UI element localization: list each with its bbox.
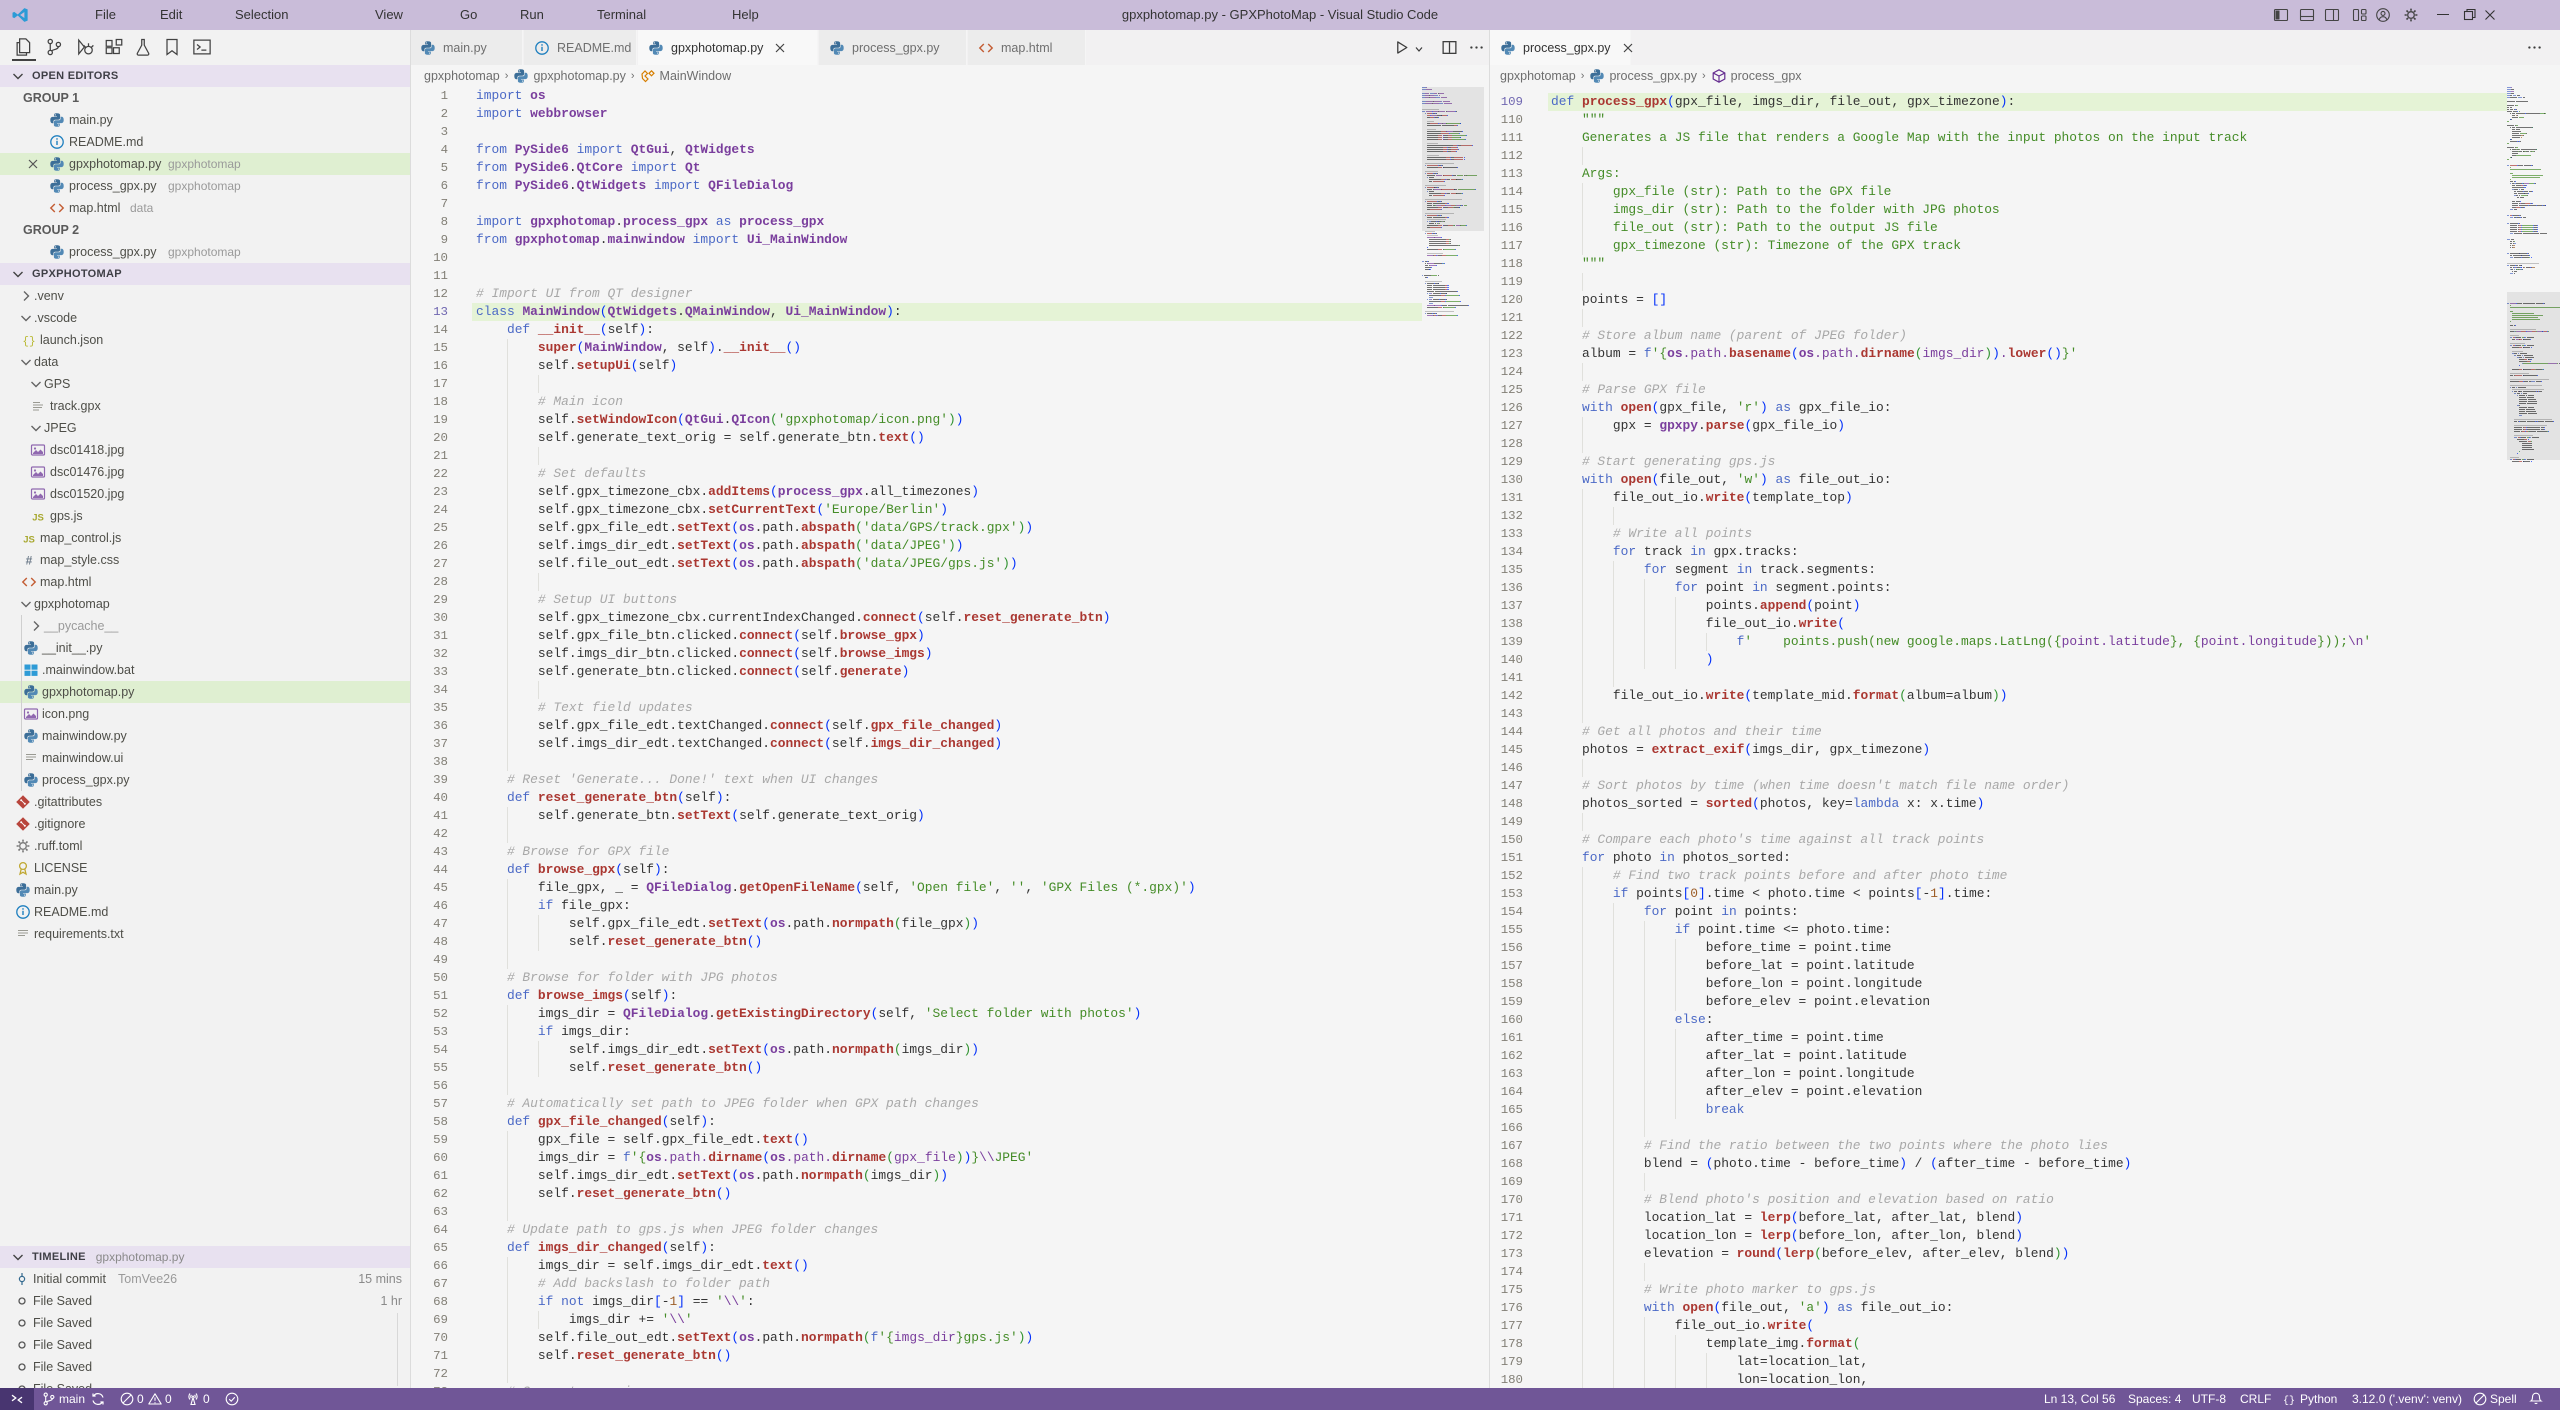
svg-text:JS: JS	[23, 535, 35, 546]
svg-text:#: #	[26, 554, 33, 568]
svg-text:{}: {}	[2283, 1395, 2295, 1407]
svg-text:{}: {}	[22, 336, 35, 348]
svg-text:JS: JS	[32, 513, 44, 524]
